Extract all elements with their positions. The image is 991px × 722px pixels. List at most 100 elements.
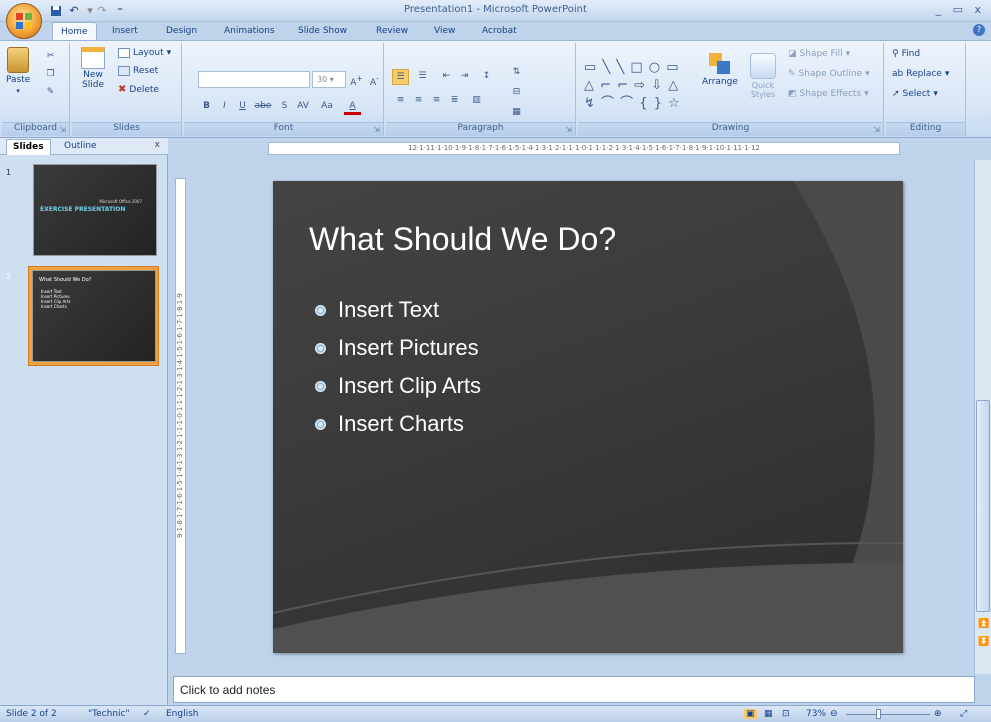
underline-button[interactable]: U xyxy=(234,99,251,115)
normal-view-icon[interactable]: ▣ xyxy=(744,709,757,719)
bullets-button[interactable]: ☰ xyxy=(392,69,409,85)
change-case-button[interactable]: Aa xyxy=(316,99,338,115)
character-spacing-button[interactable]: AV xyxy=(292,99,314,115)
strikethrough-button[interactable]: abe xyxy=(252,99,274,115)
font-group: 30 ▾ A+ A- B I U abe S AV Aa A Font ⇲ xyxy=(184,43,384,136)
layout-button[interactable]: Layout ▾ xyxy=(118,48,171,58)
format-painter-icon[interactable]: ✎ xyxy=(42,85,59,101)
tab-slides[interactable]: Slides xyxy=(6,139,51,155)
tab-acrobat[interactable]: Acrobat xyxy=(474,24,525,40)
dialog-launcher-icon[interactable]: ⇲ xyxy=(373,125,380,134)
tab-animations[interactable]: Animations xyxy=(216,24,283,40)
window-title: Presentation1 - Microsoft PowerPoint xyxy=(404,4,587,15)
copy-icon[interactable]: ❐ xyxy=(42,67,59,83)
font-color-button[interactable]: A xyxy=(344,99,361,115)
align-right-icon[interactable]: ≡ xyxy=(428,93,445,109)
shape-outline-button[interactable]: ✎ Shape Outline ▾ xyxy=(788,69,870,79)
spell-check-icon[interactable]: ✓ xyxy=(143,709,151,719)
zoom-level[interactable]: 73% xyxy=(806,709,826,719)
increase-indent-icon[interactable]: ⇥ xyxy=(456,69,473,85)
close-pane-icon[interactable]: x xyxy=(155,140,160,150)
justify-icon[interactable]: ≣ xyxy=(446,93,463,109)
tab-outline[interactable]: Outline xyxy=(58,139,103,155)
text-direction-icon[interactable]: ⇅ xyxy=(508,65,525,81)
shape-effects-button[interactable]: ◩ Shape Effects ▾ xyxy=(788,89,869,99)
ribbon: Paste ▾ ✂ ❐ ✎ Clipboard ⇲ New Slide Layou… xyxy=(0,40,991,138)
zoom-slider-thumb[interactable] xyxy=(876,709,881,719)
dialog-launcher-icon[interactable]: ⇲ xyxy=(873,125,880,134)
slide-show-icon[interactable]: ⊡ xyxy=(782,709,790,719)
replace-button[interactable]: ab Replace ▾ xyxy=(892,69,949,79)
dropdown-arrow-icon: ▾ xyxy=(16,87,20,95)
slide-thumbnail-2[interactable]: What Should We Do? Insert Text Insert Pi… xyxy=(32,270,156,362)
smartart-icon[interactable]: ▦ xyxy=(508,105,525,121)
save-icon[interactable] xyxy=(48,3,64,18)
slide-bullet[interactable]: Insert Charts xyxy=(315,411,464,437)
slide-bullet[interactable]: Insert Clip Arts xyxy=(315,373,481,399)
quick-styles-button[interactable]: Quick Styles xyxy=(746,53,780,99)
line-spacing-icon[interactable]: ↕ xyxy=(478,69,495,85)
notes-input[interactable]: Click to add notes xyxy=(173,676,975,703)
align-center-icon[interactable]: ≡ xyxy=(410,93,427,109)
redo-icon[interactable]: ↷ xyxy=(94,3,110,18)
replace-label: Replace xyxy=(906,69,942,79)
cut-icon[interactable]: ✂ xyxy=(42,49,59,65)
columns-icon[interactable]: ▥ xyxy=(468,93,485,109)
zoom-in-icon[interactable]: ⊕ xyxy=(934,709,942,719)
bullet-text: Insert Clip Arts xyxy=(338,373,482,398)
tab-review[interactable]: Review xyxy=(368,24,416,40)
new-slide-label: New Slide xyxy=(82,70,104,90)
slide-title[interactable]: What Should We Do? xyxy=(309,221,616,258)
help-icon[interactable]: ? xyxy=(973,24,985,36)
decrease-indent-icon[interactable]: ⇤ xyxy=(438,69,455,85)
dialog-launcher-icon[interactable]: ⇲ xyxy=(565,125,572,134)
vertical-ruler-ticks: 9·1·8·1·7·1·6·1·5·1·4·1·3·1·2·1·1·1·0·1·… xyxy=(176,293,184,539)
italic-button[interactable]: I xyxy=(216,99,233,115)
delete-button[interactable]: ✖ Delete xyxy=(118,84,159,95)
window-controls[interactable]: _ ▭ x xyxy=(936,3,985,16)
align-text-icon[interactable]: ⊟ xyxy=(508,85,525,101)
grow-font-icon[interactable]: A+ xyxy=(348,71,365,88)
previous-slide-icon[interactable]: ⏫ xyxy=(978,620,989,629)
bold-button[interactable]: B xyxy=(198,99,215,115)
slide-canvas[interactable]: What Should We Do? Insert Text Insert Pi… xyxy=(273,181,903,653)
vertical-scrollbar[interactable]: ⏫ ⏬ xyxy=(974,160,991,674)
customize-qat-icon[interactable]: ⁼ xyxy=(112,3,128,18)
select-button[interactable]: ➚ Select ▾ xyxy=(892,89,938,99)
tab-slide-show[interactable]: Slide Show xyxy=(290,24,355,40)
slide-sorter-icon[interactable]: ▦ xyxy=(764,709,773,719)
zoom-slider-track[interactable] xyxy=(846,714,930,715)
font-name-dropdown[interactable] xyxy=(198,71,310,88)
dialog-launcher-icon[interactable]: ⇲ xyxy=(59,125,66,134)
tab-home[interactable]: Home xyxy=(52,22,97,41)
slide-thumbnail-1[interactable]: Microsoft Office 2007 EXERCISE PRESENTAT… xyxy=(33,164,157,256)
shape-fill-button[interactable]: ◪ Shape Fill ▾ xyxy=(788,49,850,59)
fit-to-window-icon[interactable]: ⤢ xyxy=(960,709,967,719)
find-button[interactable]: ⚲ Find xyxy=(892,49,920,59)
shrink-font-icon[interactable]: A- xyxy=(366,71,383,88)
arrange-button[interactable]: Arrange xyxy=(702,53,738,87)
paste-button[interactable]: Paste ▾ xyxy=(6,47,30,95)
font-size-dropdown[interactable]: 30 ▾ xyxy=(312,71,346,88)
slide-bullet[interactable]: Insert Pictures xyxy=(315,335,479,361)
bullet-icon xyxy=(315,380,326,392)
new-slide-icon xyxy=(81,47,105,69)
tab-view[interactable]: View xyxy=(426,24,463,40)
reset-button[interactable]: Reset xyxy=(118,66,158,76)
undo-icon[interactable]: ↶ xyxy=(66,3,82,18)
language-indicator[interactable]: English xyxy=(166,709,199,719)
align-left-icon[interactable]: ≡ xyxy=(392,93,409,109)
zoom-out-icon[interactable]: ⊖ xyxy=(830,709,838,719)
numbering-button[interactable]: ☰ xyxy=(414,69,431,85)
shapes-gallery[interactable]: ▭ ╲ ╲ □ ○ ▭ △ ⌐ ⌐ ⇨ ⇩ △ ↯ ⌒ ⌒ { } ☆ xyxy=(584,59,694,119)
scrollbar-thumb[interactable] xyxy=(976,400,990,612)
office-button[interactable] xyxy=(6,3,42,39)
arrange-icon xyxy=(708,53,731,75)
slide-bullet[interactable]: Insert Text xyxy=(315,297,439,323)
new-slide-button[interactable]: New Slide xyxy=(78,47,108,90)
office-logo-icon xyxy=(16,13,32,29)
tab-insert[interactable]: Insert xyxy=(104,24,146,40)
shadow-button[interactable]: S xyxy=(276,99,293,115)
next-slide-icon[interactable]: ⏬ xyxy=(978,638,989,647)
tab-design[interactable]: Design xyxy=(158,24,205,40)
